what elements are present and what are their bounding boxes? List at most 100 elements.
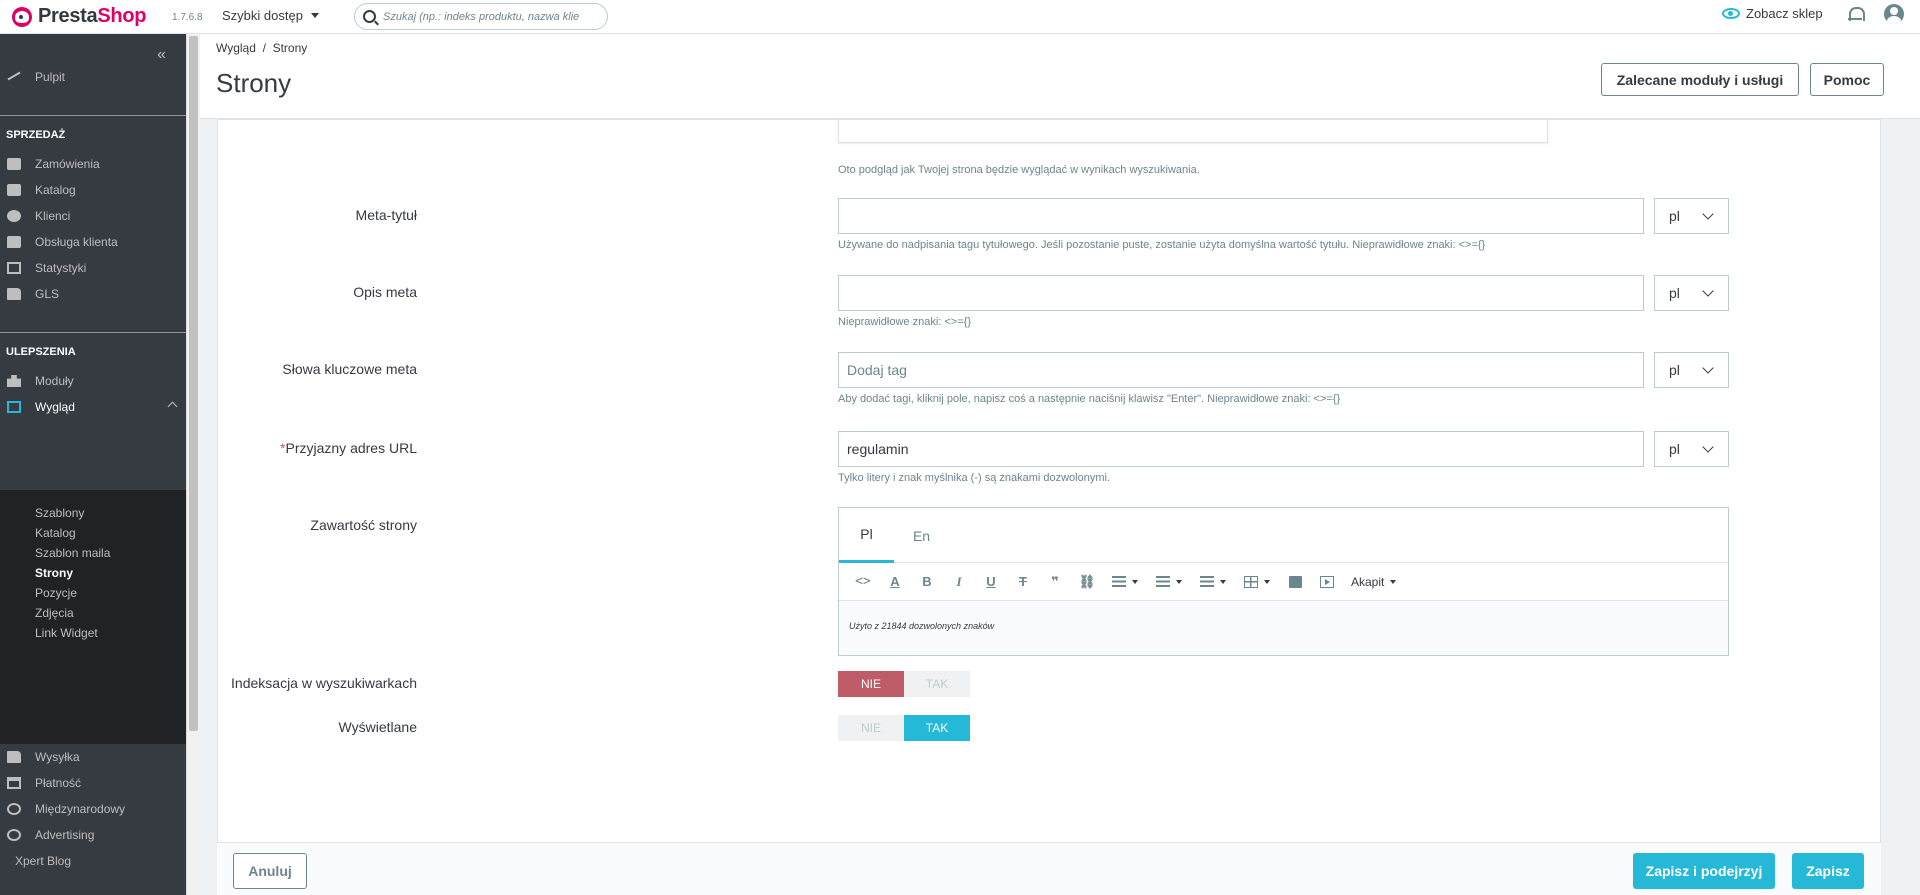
meta-title-lang-select[interactable]: pl <box>1654 198 1729 234</box>
editor-toolbar: <> A B I U T ❞ ⛓ Akapit <box>839 563 1728 601</box>
sidebar-item-label: Obsługa klienta <box>35 235 118 249</box>
meta-description-lang-select[interactable]: pl <box>1654 275 1729 311</box>
bar-chart-icon <box>7 262 21 274</box>
friendly-url-lang-select[interactable]: pl <box>1654 431 1729 467</box>
scrollbar-thumb[interactable] <box>189 36 198 731</box>
search-box[interactable] <box>354 3 608 30</box>
sidebar-item-xpert-blog[interactable]: Xpert Blog <box>0 848 186 874</box>
quick-access-dropdown[interactable]: Szybki dostęp <box>222 8 319 23</box>
sidebar-item-advertising[interactable]: Advertising <box>0 822 186 848</box>
editor-content-area[interactable]: Użyto z 21844 dozwolonych znaków <box>839 601 1728 655</box>
page-content-editor: Pl En <> A B I U T ❞ ⛓ Akapit Użyto z 21… <box>838 507 1729 656</box>
prestashop-logo[interactable]: PrestaShop <box>12 5 146 28</box>
help-button[interactable]: Pomoc <box>1810 63 1884 96</box>
sidebar-item-international[interactable]: Międzynarodowy <box>0 796 186 822</box>
sidebar-item-customer-service[interactable]: Obsługa klienta <box>0 229 186 255</box>
submenu-item-images[interactable]: Zdjęcia <box>35 606 74 620</box>
friendly-url-input[interactable] <box>838 431 1644 467</box>
tab-en[interactable]: En <box>894 508 949 563</box>
align-left-icon <box>1112 576 1126 587</box>
source-code-icon[interactable]: <> <box>847 570 879 594</box>
indexing-yes-option[interactable]: TAK <box>904 671 970 697</box>
save-and-preview-button[interactable]: Zapisz i podejrzyj <box>1633 853 1775 889</box>
sidebar-item-modules[interactable]: Moduły <box>0 368 186 394</box>
meta-description-input[interactable] <box>838 275 1644 311</box>
submenu-item-catalog[interactable]: Katalog <box>35 526 76 540</box>
notifications-bell-icon[interactable] <box>1848 6 1865 22</box>
meta-keywords-input[interactable] <box>838 352 1644 388</box>
submenu-item-email-theme[interactable]: Szablon maila <box>35 546 110 560</box>
table-icon <box>1244 575 1258 588</box>
sidebar-item-gls[interactable]: GLS <box>0 281 186 307</box>
friendly-url-help: Tylko litery i znak myślnika (-) są znak… <box>838 472 1111 484</box>
paragraph-format-dropdown[interactable]: Akapit <box>1351 575 1397 589</box>
truck-icon <box>7 751 21 763</box>
table-dropdown[interactable] <box>1235 570 1279 594</box>
tab-pl[interactable]: Pl <box>839 508 894 563</box>
italic-icon[interactable]: I <box>943 570 975 594</box>
link-icon[interactable]: ⛓ <box>1071 570 1103 594</box>
displayed-label: Wyświetlane <box>338 719 417 735</box>
insert-image-button[interactable] <box>1279 570 1311 594</box>
meta-keywords-lang-select[interactable]: pl <box>1654 352 1729 388</box>
lang-select-value: pl <box>1669 285 1680 301</box>
caret-down-icon <box>1264 579 1270 584</box>
bold-icon[interactable]: B <box>911 570 943 594</box>
submenu-item-themes[interactable]: Szablony <box>35 506 84 520</box>
sidebar-item-label: Statystyki <box>35 261 87 275</box>
chevron-down-icon <box>1702 208 1714 220</box>
chevron-down-icon <box>1702 285 1714 297</box>
credit-card-icon <box>7 777 21 789</box>
submenu-item-positions[interactable]: Pozycje <box>35 586 77 600</box>
align-dropdown[interactable] <box>1103 570 1147 594</box>
underline-icon[interactable]: U <box>975 570 1007 594</box>
sidebar-item-customers[interactable]: Klienci <box>0 203 186 229</box>
chevron-down-icon <box>1702 441 1714 453</box>
sidebar-scrollbar[interactable] <box>186 34 200 895</box>
insert-media-button[interactable] <box>1311 570 1343 594</box>
sidebar-item-appearance[interactable]: Wygląd <box>0 394 186 420</box>
breadcrumb[interactable]: Wygląd / Strony <box>216 41 307 55</box>
meta-keywords-label: Słowa kluczowe meta <box>282 361 417 377</box>
user-account-icon[interactable] <box>1884 4 1904 24</box>
strikethrough-icon[interactable]: T <box>1007 570 1039 594</box>
page-content-label: Zawartość strony <box>310 517 417 533</box>
submenu-item-pages[interactable]: Strony <box>35 566 73 580</box>
displayed-no-option[interactable]: NIE <box>838 715 904 741</box>
friendly-url-label: *Przyjazny adres URL <box>280 440 417 456</box>
sidebar-item-shipping[interactable]: Wysyłka <box>0 744 186 770</box>
sidebar-item-label: Wygląd <box>35 400 75 414</box>
indexing-no-option[interactable]: NIE <box>838 671 904 697</box>
sidebar-item-label: Xpert Blog <box>15 854 72 868</box>
sidebar-item-catalog[interactable]: Katalog <box>0 177 186 203</box>
account-circle-icon <box>7 210 21 222</box>
bullet-list-icon <box>1156 576 1170 587</box>
text-color-icon[interactable]: A <box>879 570 911 594</box>
meta-title-input[interactable] <box>838 198 1644 234</box>
sidebar-item-payment[interactable]: Płatność <box>0 770 186 796</box>
serp-preview-help: Oto podgląd jak Twojej strona będzie wyg… <box>838 164 1200 176</box>
sidebar-item-orders[interactable]: Zamówienia <box>0 151 186 177</box>
search-input[interactable] <box>383 10 593 23</box>
bullet-list-dropdown[interactable] <box>1147 570 1191 594</box>
sidebar-item-stats[interactable]: Statystyki <box>0 255 186 281</box>
sidebar-item-dashboard[interactable]: Pulpit <box>0 64 186 90</box>
search-icon[interactable] <box>363 10 376 23</box>
logo-text-presta: Presta <box>38 5 98 27</box>
image-icon <box>1288 575 1302 588</box>
sidebar-item-label: GLS <box>35 287 60 301</box>
recommended-modules-button[interactable]: Zalecane moduły i usługi <box>1601 63 1799 96</box>
displayed-yes-option[interactable]: TAK <box>904 715 970 741</box>
chevron-up-icon <box>167 401 178 412</box>
version-label: 1.7.6.8 <box>172 12 203 23</box>
caret-down-icon <box>1132 579 1138 584</box>
submenu-item-link-widget[interactable]: Link Widget <box>35 626 98 640</box>
numbered-list-dropdown[interactable] <box>1191 570 1235 594</box>
view-shop-link[interactable]: Zobacz sklep <box>1722 6 1823 21</box>
save-button[interactable]: Zapisz <box>1792 853 1864 889</box>
language-tabs: Pl En <box>839 508 1728 563</box>
blockquote-icon[interactable]: ❞ <box>1039 570 1071 594</box>
friendly-url-label-text: Przyjazny adres URL <box>285 440 418 456</box>
collapse-sidebar-icon[interactable]: « <box>157 46 166 64</box>
cancel-button[interactable]: Anuluj <box>233 853 307 889</box>
